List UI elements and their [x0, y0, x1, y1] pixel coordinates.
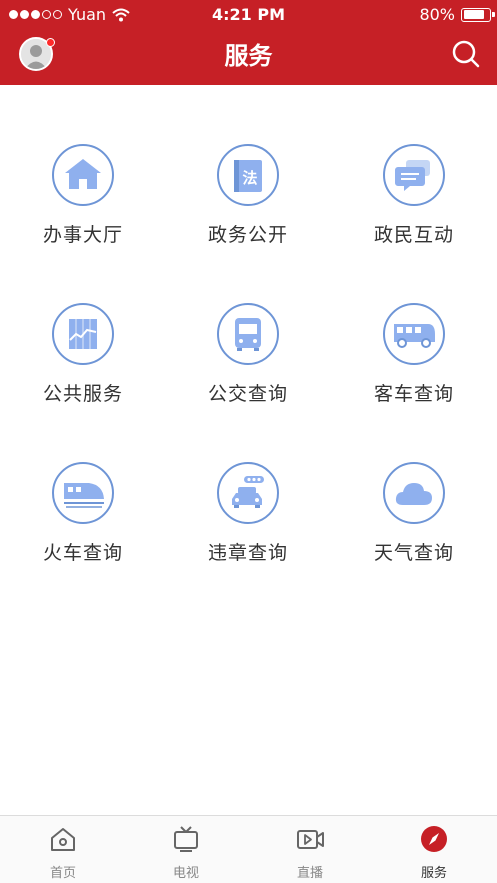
- tab-label: 服务: [420, 866, 447, 881]
- battery-icon: [461, 7, 495, 22]
- service-item[interactable]: 政民互动: [344, 144, 484, 247]
- service-item[interactable]: 公交查询: [178, 303, 318, 406]
- service-item[interactable]: 办事大厅: [13, 144, 153, 247]
- coach-bus-icon: [394, 324, 435, 348]
- service-item[interactable]: 客车查询: [344, 303, 484, 406]
- tv-icon: [174, 826, 198, 852]
- service-item[interactable]: 火车查询: [13, 462, 153, 565]
- battery-percent: 80%: [419, 5, 455, 24]
- tab-service[interactable]: 服务: [389, 824, 479, 881]
- service-label: 政民互动: [373, 224, 454, 246]
- tab-label: 首页: [49, 866, 76, 881]
- chat-bubbles-icon: [395, 160, 430, 191]
- tab-live[interactable]: 直播: [265, 824, 355, 881]
- service-label: 客车查询: [373, 383, 454, 405]
- top-bar: Yuan 4:21 PM 80% 服务: [0, 0, 497, 85]
- service-label: 办事大厅: [42, 224, 123, 246]
- train-icon: [64, 483, 104, 508]
- tab-label: 电视: [172, 866, 199, 881]
- bus-front-icon: [235, 318, 261, 351]
- service-icon-circle: [383, 303, 445, 365]
- home-icon: [51, 828, 75, 851]
- chart-panel-icon: [69, 319, 97, 349]
- service-icon-circle: [52, 462, 114, 524]
- service-label: 公交查询: [207, 383, 288, 405]
- service-label: 政务公开: [207, 224, 288, 246]
- service-label: 天气查询: [373, 542, 454, 564]
- page-title: 服务: [224, 42, 273, 70]
- service-label: 公共服务: [42, 383, 123, 405]
- search-icon[interactable]: [450, 38, 482, 70]
- service-item[interactable]: 违章查询: [178, 462, 318, 565]
- service-item[interactable]: 天气查询: [344, 462, 484, 565]
- service-icon-circle: [217, 462, 279, 524]
- law-book-icon: 法: [234, 160, 262, 192]
- cloud-icon: [395, 483, 432, 505]
- service-icon-circle: [217, 303, 279, 365]
- live-video-icon: [297, 830, 324, 849]
- service-item[interactable]: 公共服务: [13, 303, 153, 406]
- tab-home[interactable]: 首页: [18, 824, 108, 881]
- tab-tv[interactable]: 电视: [141, 824, 231, 881]
- svg-text:法: 法: [242, 169, 257, 187]
- service-label: 违章查询: [207, 542, 288, 564]
- service-label: 火车查询: [42, 542, 123, 564]
- service-item[interactable]: 法 政务公开: [178, 144, 318, 247]
- service-icon-circle: [52, 303, 114, 365]
- service-icon-circle: 法: [217, 144, 279, 206]
- tab-label: 直播: [296, 866, 323, 881]
- status-bar: Yuan 4:21 PM 80%: [0, 0, 497, 30]
- traffic-car-icon: [232, 476, 264, 508]
- compass-icon: [421, 826, 447, 852]
- battery-status: 80%: [419, 5, 495, 24]
- bottom-tab-bar: 首页 电视 直播 服务: [0, 815, 497, 883]
- battery-level: [463, 10, 484, 19]
- house-icon: [65, 159, 101, 189]
- service-icon-circle: [383, 144, 445, 206]
- service-icon-circle: [383, 462, 445, 524]
- service-icon-circle: [52, 144, 114, 206]
